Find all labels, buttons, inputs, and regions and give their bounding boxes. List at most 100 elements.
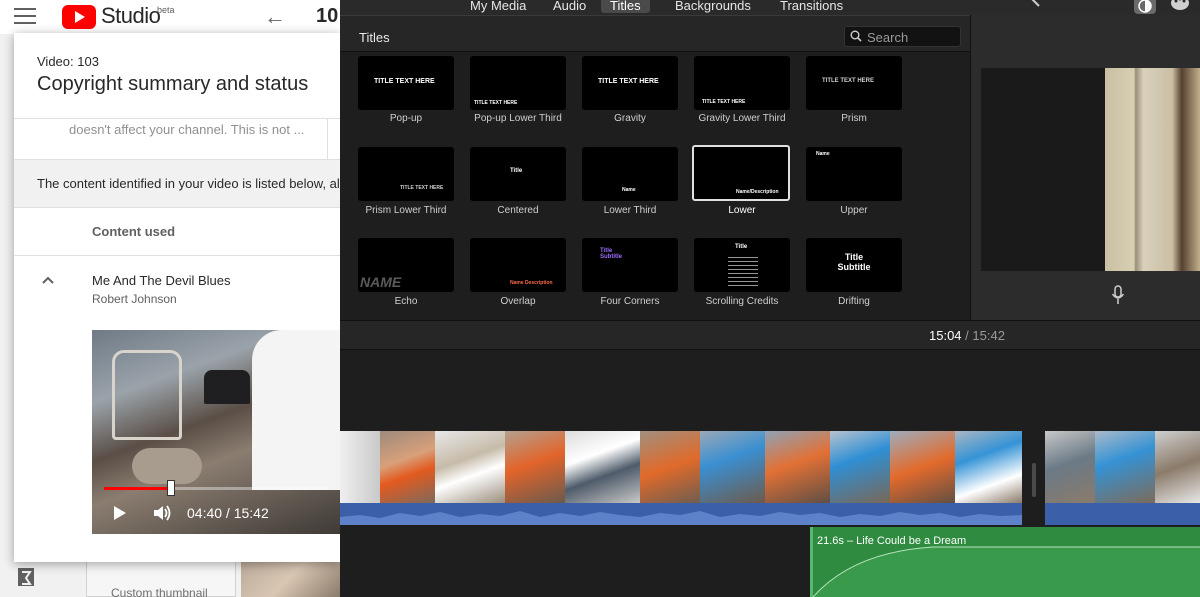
- video-frame-chair: [112, 350, 182, 440]
- divider: [14, 118, 340, 119]
- browser-header: Titles Search: [340, 16, 970, 52]
- media-tab-bar: My Media Audio Titles Backgrounds Transi…: [340, 0, 970, 15]
- title-label-upper: Upper: [840, 205, 868, 216]
- title-preview-text: TITLE TEXT HERE: [822, 78, 875, 84]
- title-thumb-drifting[interactable]: Title Subtitle: [806, 238, 902, 292]
- copyright-sidebar-icon[interactable]: [16, 566, 36, 588]
- browser-title: Titles: [359, 30, 390, 45]
- player-time: 04:40 / 15:42: [187, 505, 269, 521]
- color-balance-button[interactable]: [1134, 0, 1156, 14]
- clip-audio-waveform[interactable]: [1045, 503, 1200, 525]
- timeline-header: 15:04 / 15:42: [340, 320, 1200, 350]
- back-arrow-icon[interactable]: ←: [264, 4, 286, 30]
- timecode-separator: /: [965, 328, 969, 343]
- video-frame-dog: [132, 448, 202, 484]
- play-icon[interactable]: [114, 506, 126, 520]
- viewer-toolbar: [970, 0, 1200, 15]
- custom-thumbnail-label: Custom thumbnail: [111, 586, 208, 597]
- tab-my-media[interactable]: My Media: [470, 0, 526, 13]
- custom-thumbnail-button[interactable]: Custom thumbnail: [86, 556, 236, 597]
- volume-icon[interactable]: [152, 504, 172, 522]
- microphone-icon[interactable]: [1111, 285, 1125, 305]
- music-volume-curve: [813, 546, 1200, 597]
- viewer-panel: [970, 15, 1200, 320]
- title-label-scrolling-credits: Scrolling Credits: [705, 296, 779, 307]
- claimed-song-artist: Robert Johnson: [92, 292, 177, 306]
- divider: [327, 119, 328, 159]
- title-thumb-pop-up[interactable]: TITLE TEXT HERE: [358, 56, 454, 110]
- tab-titles[interactable]: Titles: [601, 0, 650, 13]
- studio-header: Studio beta ← 10: [0, 0, 340, 34]
- total-duration: 15:42: [972, 328, 1005, 343]
- title-thumb-gravity-lower-third[interactable]: TITLE TEXT HERE: [694, 56, 790, 110]
- title-label-four-corners: Four Corners: [600, 296, 660, 307]
- claim-summary-text: doesn't affect your channel. This is not…: [69, 122, 305, 137]
- title-thumb-gravity[interactable]: TITLE TEXT HERE: [582, 56, 678, 110]
- title-label-pop-up-lower-third: Pop-up Lower Third: [474, 113, 562, 124]
- title-label-overlap: Overlap: [500, 296, 536, 307]
- dialog-title: Copyright summary and status: [37, 73, 309, 95]
- search-placeholder: Search: [867, 30, 909, 45]
- video-frame-grill: [204, 370, 250, 404]
- title-thumb-scrolling-credits[interactable]: Title: [694, 238, 790, 292]
- viewer-canvas[interactable]: [981, 68, 1200, 271]
- video-clip[interactable]: [340, 431, 1022, 503]
- clip-audio-waveform[interactable]: [340, 503, 1022, 525]
- magic-wand-icon[interactable]: [1022, 0, 1042, 10]
- tab-audio[interactable]: Audio: [553, 0, 586, 13]
- title-label-lower: Lower: [728, 205, 756, 216]
- search-field[interactable]: Search: [844, 26, 961, 47]
- tab-transitions[interactable]: Transitions: [780, 0, 843, 13]
- title-thumb-pop-up-lower-third[interactable]: TITLE TEXT HERE: [470, 56, 566, 110]
- chevron-up-icon[interactable]: [42, 274, 54, 286]
- title-thumb-lower[interactable]: Name/Description: [692, 145, 790, 201]
- hamburger-menu-icon[interactable]: [14, 8, 36, 26]
- divider: [14, 255, 340, 256]
- title-label-gravity-lower-third: Gravity Lower Third: [698, 113, 786, 124]
- title-thumb-prism-lower-third[interactable]: TITLE TEXT HERE: [358, 147, 454, 201]
- video-player[interactable]: 04:40 / 15:42: [92, 330, 340, 534]
- info-banner: The content identified in your video is …: [14, 159, 340, 208]
- player-scrubber-handle[interactable]: [167, 480, 176, 496]
- title-preview-text: Title Subtitle: [837, 252, 871, 272]
- video-clip[interactable]: [1045, 431, 1200, 503]
- video-id-label: Video: 103: [37, 54, 99, 69]
- player-progress-fill: [104, 487, 172, 490]
- title-preview-text: Name/Description: [736, 189, 779, 195]
- clip-gap-handle[interactable]: [1032, 463, 1036, 497]
- timeline[interactable]: 21.6s – Life Could be a Dream: [340, 351, 1200, 597]
- title-preview-text: TITLE TEXT HERE: [374, 78, 435, 85]
- title-preview-text: TITLE TEXT HERE: [702, 99, 746, 105]
- title-preview-text: TITLE TEXT HERE: [474, 100, 518, 106]
- player-progress-bar[interactable]: [104, 480, 328, 496]
- title-label-echo: Echo: [394, 296, 418, 307]
- thumbnail-option[interactable]: [241, 556, 340, 597]
- timecode-display: 15:04 / 15:42: [929, 328, 1005, 343]
- title-thumb-centered[interactable]: Title: [470, 147, 566, 201]
- title-thumb-lower-third[interactable]: Name: [582, 147, 678, 201]
- copyright-dialog: Video: 103 Copyright summary and status …: [14, 33, 340, 562]
- video-frame-person: [252, 330, 340, 490]
- title-label-pop-up: Pop-up: [389, 113, 423, 124]
- content-used-header: Content used: [92, 224, 176, 239]
- youtube-logo[interactable]: [62, 5, 96, 29]
- titles-browser: Titles Search TITLE TEXT HERE Pop-up TIT…: [340, 15, 970, 320]
- title-preview-text: Title Subtitle: [600, 248, 622, 260]
- video-number-partial: 10: [316, 5, 339, 27]
- beta-badge: beta: [157, 5, 175, 15]
- title-thumb-upper[interactable]: Name: [806, 147, 902, 201]
- background-music-clip[interactable]: 21.6s – Life Could be a Dream: [810, 527, 1200, 597]
- title-thumb-overlap[interactable]: Name Description: [470, 238, 566, 292]
- title-thumb-echo[interactable]: NAME: [358, 238, 454, 292]
- title-preview-text: NAME: [360, 274, 402, 290]
- color-palette-icon[interactable]: [1170, 0, 1190, 10]
- title-thumb-prism[interactable]: TITLE TEXT HERE: [806, 56, 902, 110]
- title-label-prism-lower-third: Prism Lower Third: [365, 205, 447, 216]
- info-text: The content identified in your video is …: [37, 176, 340, 191]
- title-label-centered: Centered: [497, 205, 539, 216]
- credits-lines: [728, 254, 758, 288]
- title-thumb-four-corners[interactable]: Title Subtitle: [582, 238, 678, 292]
- title-label-lower-third: Lower Third: [603, 205, 657, 216]
- tab-backgrounds[interactable]: Backgrounds: [675, 0, 751, 13]
- title-label-gravity: Gravity: [614, 113, 646, 124]
